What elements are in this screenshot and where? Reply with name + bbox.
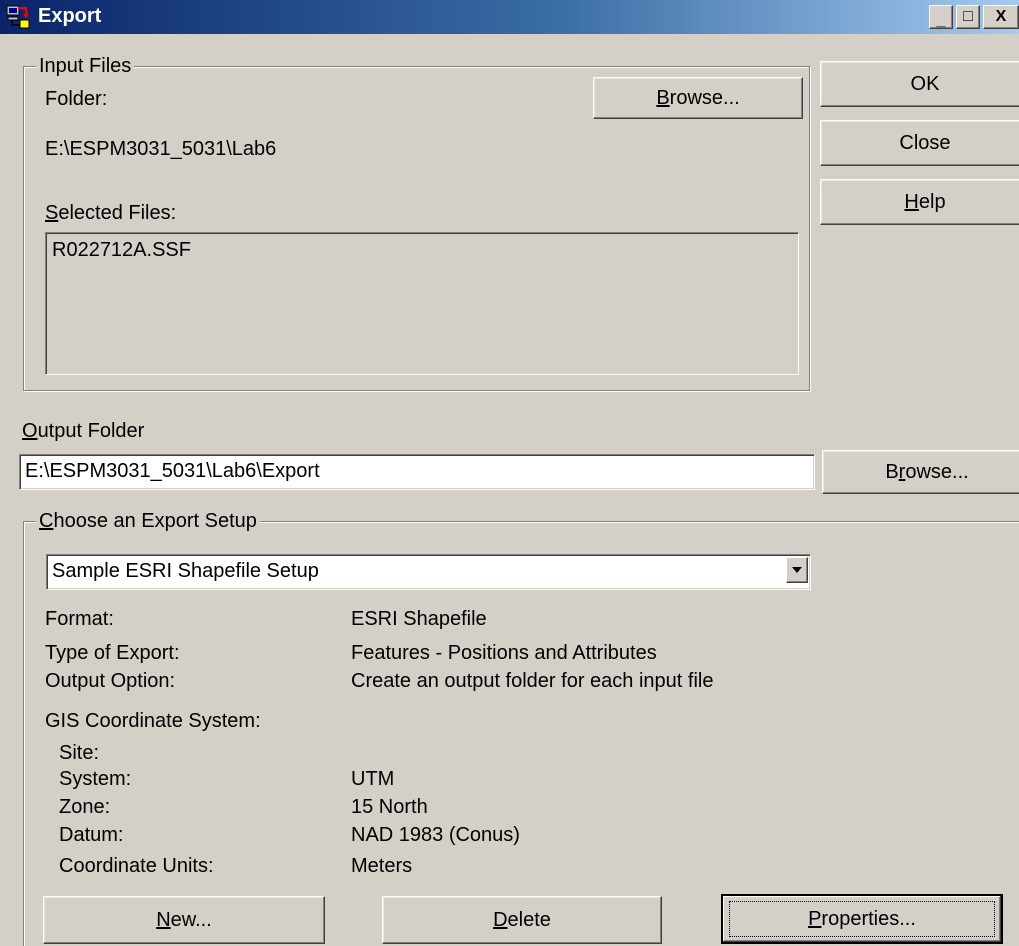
format-label: Format: — [45, 608, 114, 630]
new-setup-label: New... — [156, 908, 212, 931]
dropdown-button[interactable] — [786, 557, 808, 583]
export-app-icon — [6, 5, 30, 29]
chevron-down-icon — [792, 567, 802, 573]
close-button[interactable]: Close — [820, 120, 1019, 166]
selected-files-list[interactable]: R022712A.SSF — [45, 232, 799, 375]
delete-setup-button[interactable]: Delete — [382, 896, 662, 944]
maximize-icon: □ — [963, 8, 973, 25]
output-option-label: Output Option: — [45, 670, 176, 692]
close-label: Close — [899, 131, 951, 154]
gis-coordinate-system-label: GIS Coordinate System: — [45, 710, 261, 732]
ok-label: OK — [910, 72, 940, 95]
system-value: UTM — [351, 768, 395, 790]
output-browse-label: Browse... — [885, 460, 969, 483]
window-title: Export — [38, 5, 102, 27]
list-item[interactable]: R022712A.SSF — [52, 239, 191, 262]
selected-files-label: Selected Files: — [45, 202, 177, 224]
folder-path-value: E:\ESPM3031_5031\Lab6 — [45, 138, 277, 160]
type-of-export-label: Type of Export: — [45, 642, 180, 664]
output-folder-input[interactable]: E:\ESPM3031_5031\Lab6\Export — [19, 454, 815, 490]
ok-button[interactable]: OK — [820, 61, 1019, 107]
format-value: ESRI Shapefile — [351, 608, 487, 630]
datum-label: Datum: — [59, 824, 124, 846]
new-setup-button[interactable]: New... — [43, 896, 325, 944]
export-setup-select[interactable]: Sample ESRI Shapefile Setup — [46, 554, 811, 590]
input-files-group-label: Input Files — [36, 55, 135, 78]
help-label: Help — [904, 190, 946, 213]
site-label: Site: — [59, 742, 100, 764]
export-dialog: Export _ □ X Input Files Folder: Browse.… — [0, 0, 1019, 946]
export-setup-group-label: Choose an Export Setup — [36, 510, 260, 533]
output-folder-label: Output Folder — [22, 420, 145, 442]
coordinate-units-value: Meters — [351, 855, 413, 877]
export-setup-selected-value: Sample ESRI Shapefile Setup — [52, 560, 319, 582]
title-bar[interactable]: Export _ □ X — [0, 0, 1019, 34]
system-label: System: — [59, 768, 132, 790]
minimize-icon: _ — [936, 12, 946, 29]
close-icon: X — [995, 8, 1007, 25]
input-browse-label: Browse... — [656, 86, 740, 109]
output-folder-value: E:\ESPM3031_5031\Lab6\Export — [25, 460, 320, 482]
delete-setup-label: Delete — [493, 908, 551, 931]
help-button[interactable]: Help — [820, 179, 1019, 225]
input-browse-button[interactable]: Browse... — [593, 77, 803, 119]
coordinate-units-label: Coordinate Units: — [59, 855, 214, 877]
type-of-export-value: Features - Positions and Attributes — [351, 642, 657, 664]
zone-value: 15 North — [351, 796, 428, 818]
folder-label: Folder: — [45, 88, 108, 110]
properties-button[interactable]: Properties... — [721, 894, 1003, 944]
datum-value: NAD 1983 (Conus) — [351, 824, 520, 846]
zone-label: Zone: — [59, 796, 111, 818]
properties-label: Properties... — [808, 907, 916, 930]
maximize-button[interactable]: □ — [956, 5, 980, 29]
output-browse-button[interactable]: Browse... — [822, 450, 1019, 494]
close-window-button[interactable]: X — [983, 5, 1019, 29]
output-option-value: Create an output folder for each input f… — [351, 670, 714, 692]
minimize-button[interactable]: _ — [929, 5, 953, 29]
